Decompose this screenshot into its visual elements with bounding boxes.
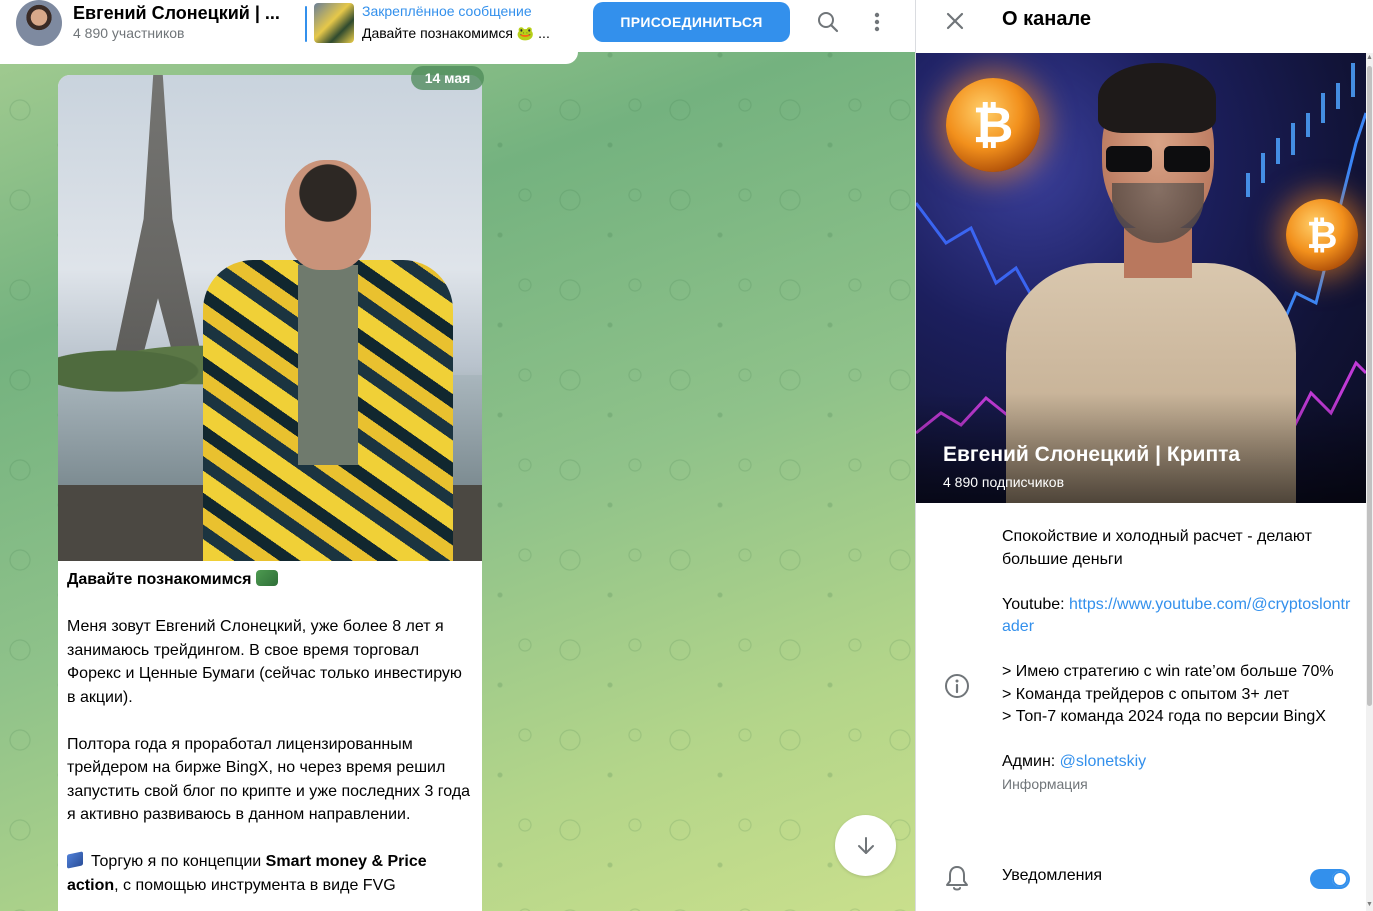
- book-emoji-icon: [67, 851, 83, 869]
- chat-header: Евгений Слонецкий | ... 4 890 участников…: [0, 0, 915, 52]
- message-paragraph-3: Торгую я по концепции Smart money & Pric…: [67, 851, 427, 894]
- channel-member-count: 4 890 участников: [73, 25, 185, 41]
- description-tagline: Спокойствие и холодный расчет - делают б…: [1002, 528, 1312, 568]
- message-heading: Давайте познакомимся: [67, 568, 473, 592]
- message-paragraph-2: Полтора года я проработал лицензированны…: [67, 735, 471, 824]
- bitcoin-coin-icon: ₿: [1286, 199, 1358, 271]
- scrollbar-down-icon[interactable]: ▼: [1366, 900, 1373, 910]
- description-bullet: > Команда трейдеров с опытом 3+ лет: [1002, 685, 1290, 703]
- channel-cover-image[interactable]: ₿ ₿ Евгений Слонецкий | Крипта 4 890 под…: [916, 53, 1366, 503]
- channel-name: Евгений Слонецкий | Крипта: [943, 443, 1241, 466]
- info-section-label: Информация: [1002, 775, 1088, 792]
- description-bullet: > Имею стратегию с win rate’ом больше 70…: [1002, 663, 1334, 680]
- more-vertical-icon[interactable]: [863, 8, 891, 36]
- bell-icon: [946, 866, 968, 891]
- close-icon[interactable]: [942, 8, 968, 34]
- message-text: Давайте познакомимся Меня зовут Евгений …: [67, 568, 473, 911]
- arrow-down-icon: [857, 836, 874, 854]
- person-figure: [203, 160, 453, 561]
- channel-avatar[interactable]: [16, 0, 62, 46]
- description-bullets: > Имею стратегию с win rate’ом больше 70…: [1002, 661, 1352, 729]
- pinned-message-title[interactable]: Закреплённое сообщение: [362, 3, 532, 19]
- subscriber-count: 4 890 подписчиков: [943, 474, 1065, 490]
- panel-scrollbar-thumb[interactable]: [1367, 66, 1372, 706]
- date-badge: 14 мая: [411, 66, 484, 90]
- pinned-message-thumbnail[interactable]: [314, 3, 354, 43]
- info-icon: [945, 674, 969, 698]
- panel-title: О канале: [1002, 8, 1092, 30]
- frog-emoji-icon: [255, 570, 278, 586]
- description-bullet: > Топ-7 команда 2024 года по версии Bing…: [1002, 708, 1326, 725]
- scroll-down-button[interactable]: [835, 815, 896, 876]
- notifications-toggle[interactable]: [1310, 869, 1350, 889]
- header-pinned-shadow: [0, 52, 578, 64]
- message-bubble[interactable]: Давайте познакомимся Меня зовут Евгений …: [58, 75, 482, 911]
- channel-title[interactable]: Евгений Слонецкий | ...: [73, 3, 280, 24]
- message-photo[interactable]: [58, 75, 482, 561]
- pinned-indicator-bar: [305, 6, 307, 42]
- pinned-message-text[interactable]: Давайте познакомимся 🐸 ...: [362, 25, 550, 42]
- search-icon[interactable]: [814, 8, 842, 36]
- join-button[interactable]: ПРИСОЕДИНИТЬСЯ: [593, 2, 790, 42]
- scrollbar-up-icon[interactable]: ▲: [1366, 53, 1373, 63]
- channel-info-panel: О канале ₿ ₿ Евгений Слонецкий | Крипта: [916, 0, 1373, 911]
- message-paragraph-1: Меня зовут Евгений Слонецкий, уже более …: [67, 618, 462, 706]
- notifications-label: Уведомления: [1002, 867, 1103, 884]
- admin-link[interactable]: @slonetskiy: [1060, 753, 1147, 770]
- description-admin: Админ: @slonetskiy: [1002, 753, 1147, 770]
- description-youtube: Youtube: https://www.youtube.com/@crypto…: [1002, 595, 1351, 636]
- channel-description: Спокойствие и холодный расчет - делают б…: [1002, 526, 1352, 794]
- chat-area: Евгений Слонецкий | ... 4 890 участников…: [0, 0, 915, 911]
